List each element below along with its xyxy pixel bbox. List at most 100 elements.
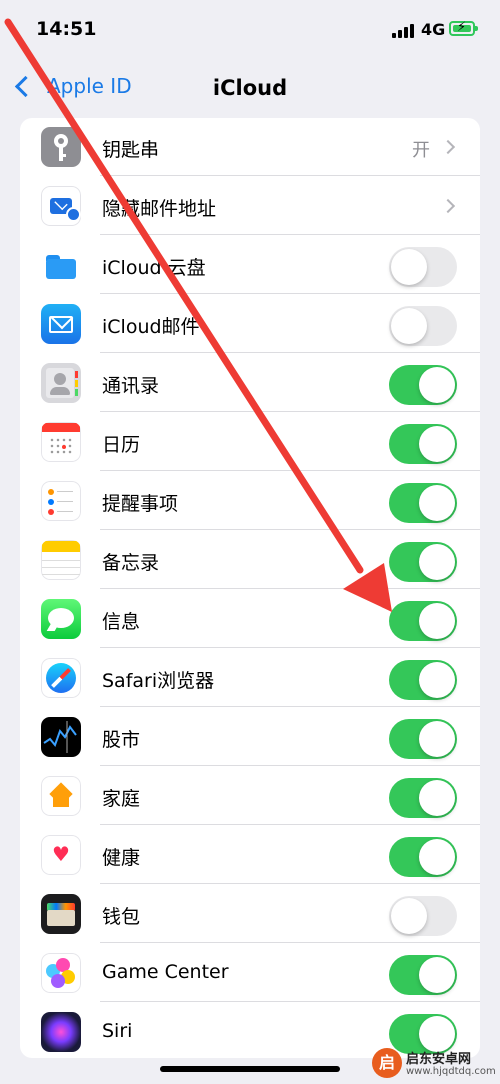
toggle-switch[interactable] xyxy=(389,306,457,346)
toggle-knob xyxy=(391,898,427,934)
list-item: 信息 xyxy=(20,590,480,648)
row-label: 健康 xyxy=(102,847,141,869)
list-item: Game Center xyxy=(20,944,480,1002)
toggle-switch[interactable] xyxy=(389,247,457,287)
watermark-url: www.hjqdtdq.com xyxy=(406,1066,496,1077)
row-value: 开 xyxy=(412,140,430,161)
page-title: iCloud xyxy=(212,76,288,100)
list-item: 提醒事项 xyxy=(20,472,480,530)
row-label: 隐藏邮件地址 xyxy=(102,198,217,220)
toggle-knob xyxy=(419,603,455,639)
list-item: ♥ 健康 xyxy=(20,826,480,884)
toggle-knob xyxy=(391,249,427,285)
toggle-switch[interactable] xyxy=(389,896,457,936)
row-separator xyxy=(100,234,480,235)
signal-bars-icon xyxy=(392,24,416,38)
icloud-drive-icon xyxy=(41,245,81,285)
toggle-switch[interactable] xyxy=(389,837,457,877)
row-label: 钱包 xyxy=(102,906,141,928)
game-center-icon xyxy=(41,953,81,993)
calendar-icon xyxy=(41,422,81,462)
row-separator xyxy=(100,765,480,766)
keychain-icon xyxy=(41,127,81,167)
toggle-switch[interactable] xyxy=(389,365,457,405)
hide-my-email-icon xyxy=(41,186,81,226)
row-label: 通讯录 xyxy=(102,375,160,397)
row-label: iCloud 云盘 xyxy=(102,257,206,279)
list-item[interactable]: 钥匙串 开 xyxy=(20,118,480,176)
row-separator xyxy=(100,411,480,412)
health-icon: ♥ xyxy=(41,835,81,875)
list-item: 通讯录 xyxy=(20,354,480,412)
toggle-knob xyxy=(419,721,455,757)
watermark-logo: 启 xyxy=(372,1048,402,1078)
row-label: iCloud邮件 xyxy=(102,316,200,338)
row-separator xyxy=(100,883,480,884)
chevron-right-icon xyxy=(440,139,456,155)
toggle-knob xyxy=(419,839,455,875)
status-bar: 14:51 4G ⚡ xyxy=(0,0,500,60)
row-separator xyxy=(100,293,480,294)
navigation-bar: Apple ID iCloud xyxy=(0,60,500,116)
toggle-knob xyxy=(419,426,455,462)
toggle-knob xyxy=(419,485,455,521)
list-item: Safari浏览器 xyxy=(20,649,480,707)
row-separator xyxy=(100,470,480,471)
row-separator xyxy=(100,942,480,943)
home-indicator[interactable] xyxy=(160,1066,340,1072)
row-label: Safari浏览器 xyxy=(102,670,215,692)
row-label: 日历 xyxy=(102,434,141,456)
safari-icon xyxy=(41,658,81,698)
row-label: Game Center xyxy=(102,961,229,983)
toggle-switch[interactable] xyxy=(389,424,457,464)
row-label: 备忘录 xyxy=(102,552,160,574)
wallet-icon xyxy=(41,894,81,934)
list-item: 钱包 xyxy=(20,885,480,943)
siri-icon xyxy=(41,1012,81,1052)
toggle-knob xyxy=(419,780,455,816)
row-separator xyxy=(100,175,480,176)
icloud-apps-list: 钥匙串 开隐藏邮件地址 iCloud 云盘 iCloud邮件 通讯录日历提醒事项备忘录信… xyxy=(20,118,480,1058)
status-time: 14:51 xyxy=(36,18,97,40)
toggle-switch[interactable] xyxy=(389,483,457,523)
home-icon xyxy=(41,776,81,816)
toggle-switch[interactable] xyxy=(389,660,457,700)
list-item: 股市 xyxy=(20,708,480,766)
toggle-switch[interactable] xyxy=(389,601,457,641)
mail-icon xyxy=(41,304,81,344)
row-label: 提醒事项 xyxy=(102,493,179,515)
toggle-knob xyxy=(419,544,455,580)
watermark: 启 启东安卓网 www.hjqdtdq.com xyxy=(372,1046,496,1082)
toggle-knob xyxy=(391,308,427,344)
watermark-name: 启东安卓网 xyxy=(406,1052,472,1067)
battery-charging-icon: ⚡ xyxy=(449,20,478,36)
list-item: 备忘录 xyxy=(20,531,480,589)
toggle-switch[interactable] xyxy=(389,955,457,995)
toggle-knob xyxy=(419,367,455,403)
toggle-switch[interactable] xyxy=(389,778,457,818)
chevron-right-icon xyxy=(440,198,456,214)
toggle-switch[interactable] xyxy=(389,542,457,582)
row-separator xyxy=(100,706,480,707)
row-separator xyxy=(100,588,480,589)
row-label: 股市 xyxy=(102,729,141,751)
contacts-icon xyxy=(41,363,81,403)
list-item: iCloud 云盘 xyxy=(20,236,480,294)
network-type: 4G xyxy=(421,20,446,39)
reminders-icon xyxy=(41,481,81,521)
toggle-knob xyxy=(419,957,455,993)
messages-icon xyxy=(41,599,81,639)
row-separator xyxy=(100,647,480,648)
row-separator xyxy=(100,824,480,825)
list-item[interactable]: 隐藏邮件地址 xyxy=(20,177,480,235)
row-label: 钥匙串 xyxy=(102,139,160,161)
row-label: 信息 xyxy=(102,611,141,633)
row-separator xyxy=(100,352,480,353)
list-item: 日历 xyxy=(20,413,480,471)
notes-icon xyxy=(41,540,81,580)
row-separator xyxy=(100,529,480,530)
row-separator xyxy=(100,1001,480,1002)
list-item: 家庭 xyxy=(20,767,480,825)
stocks-icon xyxy=(41,717,81,757)
toggle-switch[interactable] xyxy=(389,719,457,759)
